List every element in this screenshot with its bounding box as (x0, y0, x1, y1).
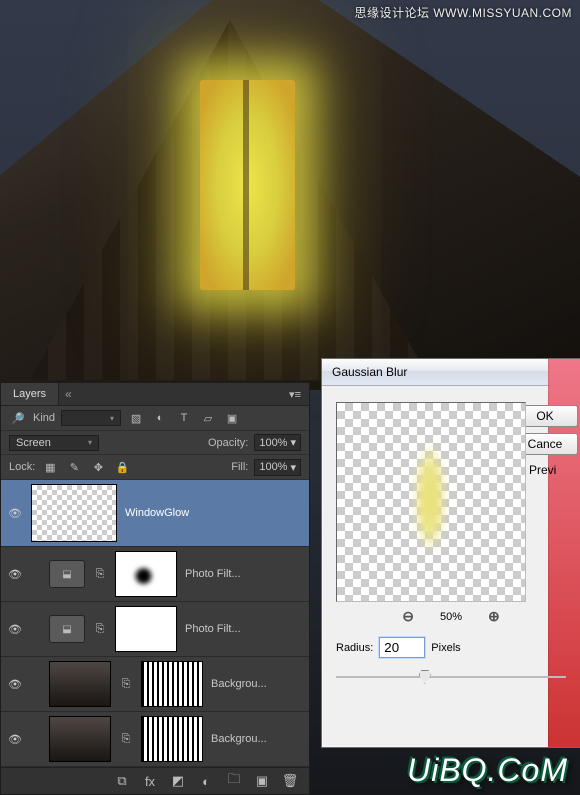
opacity-field[interactable]: 100%▾ (254, 434, 301, 451)
lock-label: Lock: (9, 461, 35, 473)
layer-thumb[interactable] (49, 661, 111, 707)
visibility-icon[interactable]: 👁 (7, 568, 23, 581)
layers-panel: Layers « ▾≡ 🔎 Kind ▾ ▧ ◐ T ▱ ▣ Screen▾ O… (0, 382, 310, 795)
gaussian-blur-dialog: Gaussian Blur OK Cance ✓ Previ ⊖ 50% ⊕ R… (321, 358, 580, 748)
fill-label: Fill: (231, 461, 248, 473)
radius-row: Radius: Pixels (336, 637, 566, 658)
layer-name: WindowGlow (125, 507, 189, 519)
zoom-out-icon[interactable]: ⊖ (402, 608, 414, 625)
new-fill-adjust-icon[interactable]: ◐ (197, 772, 215, 790)
layer-row-background2[interactable]: 👁 ⎘ Backgrou... (1, 712, 309, 767)
link-layers-icon[interactable]: ⧉ (113, 772, 131, 790)
zoom-row: ⊖ 50% ⊕ (336, 608, 566, 625)
radius-input[interactable] (379, 637, 425, 658)
radius-unit: Pixels (431, 642, 460, 654)
layer-name: Backgrou... (211, 733, 267, 745)
lock-row: Lock: ▦ ✎ ✥ 🔒 Fill: 100%▾ (1, 455, 309, 480)
lock-brush-icon[interactable]: ✎ (65, 458, 83, 476)
blend-mode-select[interactable]: Screen▾ (9, 435, 99, 451)
lock-transparent-icon[interactable]: ▦ (41, 458, 59, 476)
layers-footer: ⧉ fx ◩ ◐ 🗀 ▣ 🗑 (1, 767, 309, 794)
link-mask-icon[interactable]: ⎘ (119, 678, 133, 691)
panel-tab-row: Layers « ▾≡ (1, 383, 309, 406)
preview-smear (416, 443, 444, 553)
delete-icon[interactable]: 🗑 (281, 772, 299, 790)
zoom-value: 50% (440, 611, 462, 623)
blend-row: Screen▾ Opacity: 100%▾ (1, 431, 309, 455)
radius-slider[interactable] (336, 668, 566, 686)
kind-select[interactable]: ▾ (61, 410, 121, 426)
search-icon[interactable]: 🔎 (9, 409, 27, 427)
visibility-icon[interactable]: 👁 (7, 507, 23, 520)
layer-mask-thumb[interactable] (141, 716, 203, 762)
watermark-top: 思缘设计论坛 WWW.MISSYUAN.COM (355, 4, 573, 21)
lock-all-icon[interactable]: 🔒 (113, 458, 131, 476)
new-group-icon[interactable]: 🗀 (225, 772, 243, 790)
radius-label: Radius: (336, 642, 373, 654)
new-layer-icon[interactable]: ▣ (253, 772, 271, 790)
link-mask-icon[interactable]: ⎘ (93, 623, 107, 636)
slider-track (336, 676, 566, 678)
layer-row-background1[interactable]: 👁 ⎘ Backgrou... (1, 657, 309, 712)
filter-shape-icon[interactable]: ▱ (199, 409, 217, 427)
filter-row: 🔎 Kind ▾ ▧ ◐ T ▱ ▣ (1, 406, 309, 431)
layer-thumb[interactable] (31, 484, 117, 542)
slider-thumb[interactable] (419, 670, 431, 684)
link-mask-icon[interactable]: ⎘ (119, 733, 133, 746)
visibility-icon[interactable]: 👁 (7, 733, 23, 746)
fill-field[interactable]: 100%▾ (254, 459, 301, 476)
filter-smart-icon[interactable]: ▣ (223, 409, 241, 427)
panel-collapse-icon[interactable]: « (59, 387, 78, 401)
blend-mode-value: Screen (16, 437, 51, 449)
watermark-bottom: UiBQ.CoM (407, 752, 568, 789)
layer-row-windowglow[interactable]: 👁 WindowGlow (1, 480, 309, 547)
layers-tab[interactable]: Layers (1, 383, 59, 405)
filter-adjust-icon[interactable]: ◐ (151, 409, 169, 427)
filter-type-icon[interactable]: T (175, 409, 193, 427)
layer-name: Backgrou... (211, 678, 267, 690)
window-glow-shape (200, 80, 295, 290)
lock-move-icon[interactable]: ✥ (89, 458, 107, 476)
layer-name: Photo Filt... (185, 568, 241, 580)
visibility-icon[interactable]: 👁 (7, 623, 23, 636)
adjustment-icon[interactable]: ⬓ (49, 560, 85, 588)
fx-icon[interactable]: fx (141, 772, 159, 790)
add-mask-icon[interactable]: ◩ (169, 772, 187, 790)
filter-pixel-icon[interactable]: ▧ (127, 409, 145, 427)
layer-name: Photo Filt... (185, 623, 241, 635)
visibility-icon[interactable]: 👁 (7, 678, 23, 691)
dialog-titlebar[interactable]: Gaussian Blur (322, 359, 580, 386)
dialog-title: Gaussian Blur (332, 365, 407, 379)
layer-row-photofilter1[interactable]: 👁 ⬓ ⎘ Photo Filt... (1, 547, 309, 602)
layer-row-photofilter2[interactable]: 👁 ⬓ ⎘ Photo Filt... (1, 602, 309, 657)
layer-thumb[interactable] (49, 716, 111, 762)
panel-menu-icon[interactable]: ▾≡ (281, 388, 309, 401)
opacity-label: Opacity: (208, 437, 248, 449)
link-mask-icon[interactable]: ⎘ (93, 568, 107, 581)
layer-list: 👁 WindowGlow 👁 ⬓ ⎘ Photo Filt... 👁 ⬓ ⎘ P… (1, 480, 309, 767)
layer-mask-thumb[interactable] (141, 661, 203, 707)
layer-mask-thumb[interactable] (115, 606, 177, 652)
dialog-body: ⊖ 50% ⊕ Radius: Pixels (322, 386, 580, 696)
kind-label: Kind (33, 412, 55, 424)
blur-preview[interactable] (336, 402, 526, 602)
adjustment-icon[interactable]: ⬓ (49, 615, 85, 643)
zoom-in-icon[interactable]: ⊕ (488, 608, 500, 625)
layer-mask-thumb[interactable] (115, 551, 177, 597)
